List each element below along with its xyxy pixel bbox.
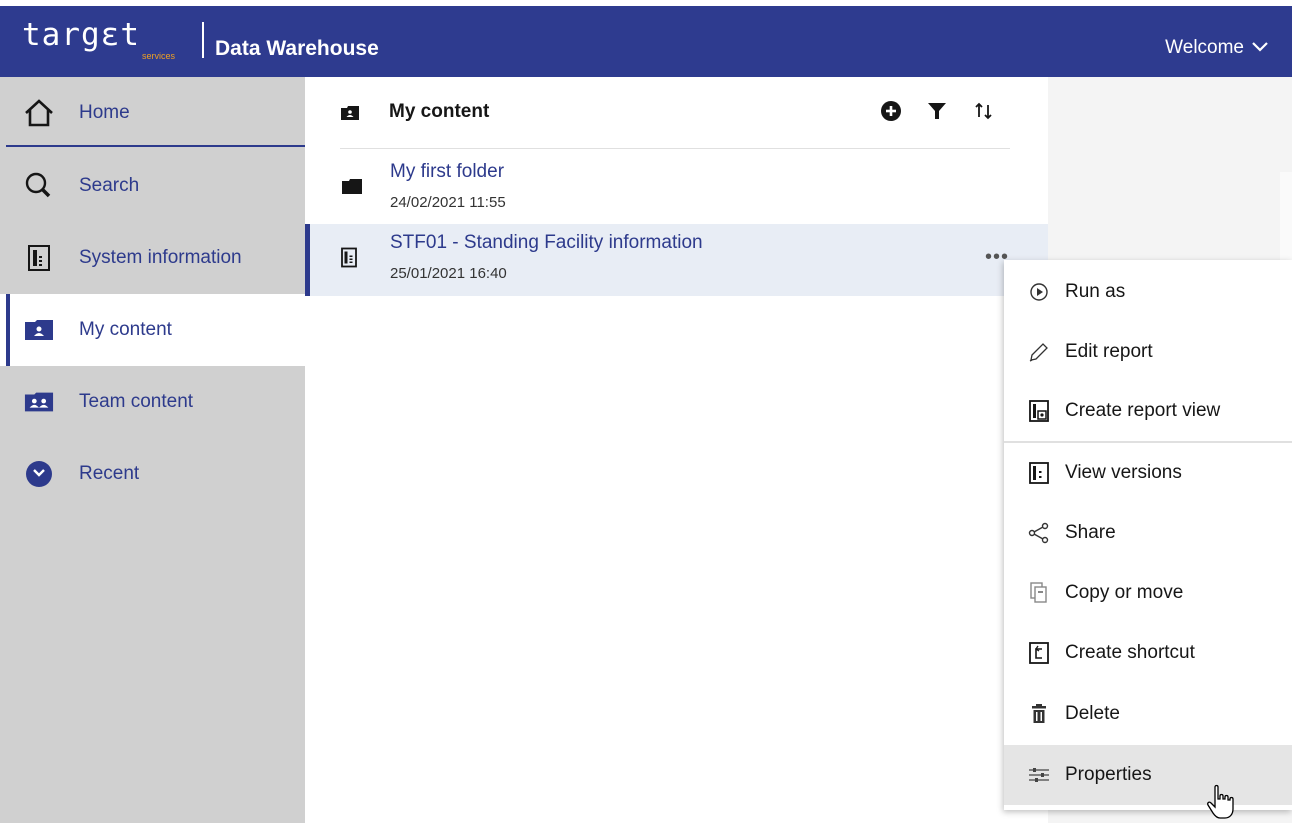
system-information-icon [24,243,54,273]
list-item[interactable]: STF01 - Standing Facility information 25… [305,224,1048,296]
run-icon [1028,281,1050,303]
menu-item-share[interactable]: Share [1004,503,1292,563]
menu-item-label: Create shortcut [1065,642,1195,663]
add-icon[interactable] [879,99,903,123]
sort-icon[interactable] [972,99,996,123]
sidebar: Home Search System information My conten… [0,77,305,823]
menu-item-label: Properties [1065,764,1152,785]
sidebar-item-team-content[interactable]: Team content [0,366,305,438]
welcome-menu-label[interactable]: Welcome [1165,37,1244,59]
my-content-folder-icon [340,105,360,126]
menu-item-properties[interactable]: Properties [1004,745,1292,805]
sidebar-item-label: My content [79,319,172,340]
menu-item-label: Copy or move [1065,582,1184,603]
menu-item-label: Edit report [1065,341,1153,362]
pencil-icon [1028,341,1050,363]
sidebar-item-label: Search [79,175,140,196]
menu-item-delete[interactable]: Delete [1004,684,1292,744]
hand-pointer-cursor-icon [1207,784,1234,819]
team-content-folder-icon [24,387,54,417]
properties-icon [1028,764,1050,786]
logo-text: targεt [22,17,140,53]
search-icon [24,171,54,201]
sidebar-item-system-information[interactable]: System information [0,222,305,294]
list-item-date: 24/02/2021 11:55 [390,194,506,211]
share-icon [1028,522,1050,544]
logo-subtext: services [142,51,176,61]
list-item-name[interactable]: My first folder [390,161,504,183]
list-item[interactable]: My first folder 24/02/2021 11:55 [305,153,1010,225]
sidebar-item-label: System information [79,247,242,268]
list-item-date: 25/01/2021 16:40 [390,265,507,282]
sidebar-item-home[interactable]: Home [0,77,305,149]
recent-clock-icon [24,459,54,489]
top-bar: targεt services Data Warehouse Welcome [0,0,1292,77]
content-header: My content [340,97,1010,149]
menu-item-copy-or-move[interactable]: Copy or move [1004,563,1292,623]
menu-item-create-shortcut[interactable]: Create shortcut [1004,623,1292,683]
sidebar-item-my-content[interactable]: My content [0,294,305,366]
logo-divider [202,22,204,58]
report-view-icon [1028,400,1050,422]
target-services-logo[interactable]: targεt services [22,17,204,70]
menu-item-edit-report[interactable]: Edit report [1004,322,1292,382]
menu-item-run-as[interactable]: Run as [1004,262,1292,322]
app-title: Data Warehouse [215,37,379,60]
shortcut-icon [1028,642,1050,664]
content-panel: My content My first folder 24/02/2021 11… [305,77,1048,823]
page-title: My content [389,101,490,122]
menu-item-label: Run as [1065,281,1126,302]
filter-icon[interactable] [925,99,949,123]
menu-item-label: Share [1065,522,1116,543]
sidebar-item-label: Recent [79,463,140,484]
chevron-down-icon[interactable] [1250,37,1270,57]
menu-item-label: Delete [1065,703,1120,724]
report-icon [341,247,357,273]
versions-icon [1028,462,1050,484]
copy-icon [1028,582,1050,604]
folder-icon [341,178,363,200]
sidebar-item-recent[interactable]: Recent [0,438,305,510]
menu-item-label: View versions [1065,462,1182,483]
menu-item-create-report-view[interactable]: Create report view [1004,381,1292,441]
sidebar-item-search[interactable]: Search [0,150,305,222]
trash-icon [1028,703,1050,725]
menu-item-label: Create report view [1065,400,1221,421]
my-content-folder-icon [24,315,54,345]
list-item-name[interactable]: STF01 - Standing Facility information [390,232,703,254]
sidebar-item-label: Home [79,102,130,123]
sidebar-item-label: Team content [79,391,194,412]
context-menu: Run as Edit report Create report view Vi… [1004,260,1292,810]
home-icon [24,98,54,128]
menu-item-view-versions[interactable]: View versions [1004,443,1292,503]
